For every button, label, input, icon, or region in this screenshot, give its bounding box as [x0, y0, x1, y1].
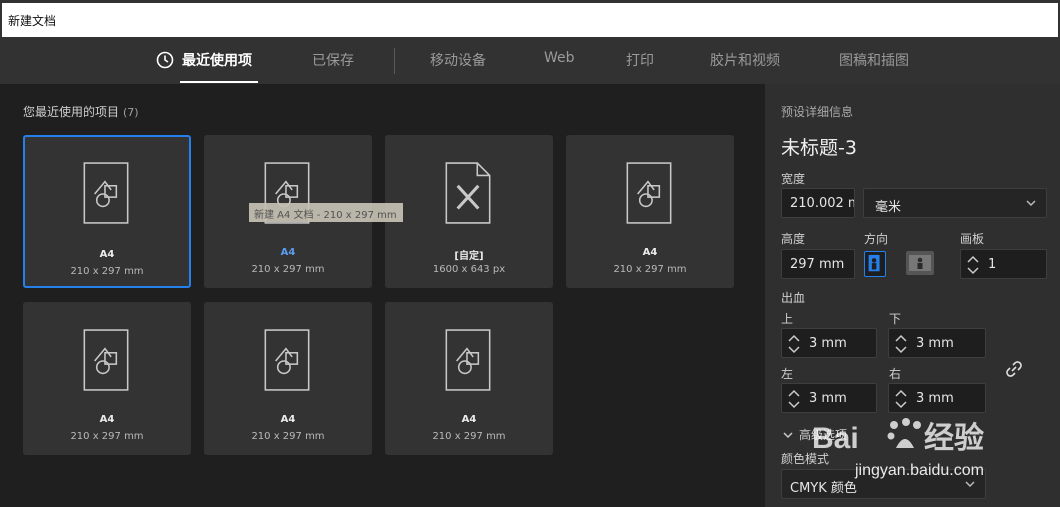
preset-card[interactable]: A4 210 x 297 mm	[204, 302, 372, 455]
preset-card[interactable]: [自定] 1600 x 643 px	[385, 135, 553, 288]
preset-card-size: 210 x 297 mm	[432, 431, 506, 442]
orientation-label: 方向	[864, 232, 889, 246]
recent-items-heading: 您最近使用的项目 (7)	[23, 103, 139, 120]
stepper-arrows-icon	[788, 334, 800, 354]
bleed-right-stepper[interactable]: 3 mm	[888, 383, 986, 413]
preset-card-size: 210 x 297 mm	[251, 431, 325, 442]
preset-card-name: A4	[99, 249, 115, 260]
bleed-top-value: 3 mm	[809, 336, 847, 351]
chevron-down-icon	[965, 481, 975, 488]
document-name-input[interactable]: 未标题-3	[781, 133, 857, 160]
preset-details-panel: 预设详细信息 未标题-3 宽度 210.002 mı 毫米 高度 297 mm …	[765, 84, 1060, 507]
preset-card-size: 210 x 297 mm	[70, 266, 144, 277]
preset-card-name: A4	[642, 247, 658, 258]
bleed-right-value: 3 mm	[916, 391, 954, 406]
bleed-bottom-stepper[interactable]: 3 mm	[888, 328, 986, 358]
width-field[interactable]: 210.002 mı	[781, 188, 855, 218]
preset-card-name: [自定]	[454, 251, 484, 262]
height-value: 297 mm	[790, 257, 845, 272]
stepper-arrows-icon	[788, 389, 800, 409]
tab-film-video[interactable]: 胶片和视频	[710, 50, 780, 70]
bleed-left-value: 3 mm	[809, 391, 847, 406]
landscape-icon	[909, 255, 931, 271]
preset-card[interactable]: A4 210 x 297 mm	[23, 302, 191, 455]
bleed-bottom-value: 3 mm	[916, 336, 954, 351]
titlebar-strip: 新建文档	[2, 3, 1058, 37]
document-shapes-icon	[445, 329, 491, 391]
preset-card-size: 1600 x 643 px	[432, 264, 506, 275]
watermark-url: jingyan.baidu.com	[855, 462, 984, 479]
color-mode-label: 颜色模式	[781, 452, 830, 466]
artboards-stepper[interactable]: 1	[960, 249, 1047, 279]
window-titlebar: 新建文档	[0, 0, 1060, 38]
color-mode-value: CMYK 颜色	[790, 481, 857, 496]
height-field[interactable]: 297 mm	[781, 249, 855, 279]
bleed-left-label: 左	[781, 367, 794, 381]
tab-divider	[394, 48, 395, 74]
document-shapes-icon	[626, 162, 672, 224]
tab-mobile[interactable]: 移动设备	[430, 50, 486, 70]
tab-print[interactable]: 打印	[626, 50, 654, 70]
preset-card-size: 210 x 297 mm	[70, 431, 144, 442]
stepper-arrows-icon	[967, 255, 979, 275]
recent-items-count: (7)	[123, 106, 139, 119]
document-shapes-icon	[264, 329, 310, 391]
width-label: 宽度	[781, 172, 806, 186]
preset-card[interactable]: A4 210 x 297 mm	[23, 135, 191, 288]
landscape-button[interactable]	[906, 251, 934, 275]
link-icon[interactable]	[1005, 360, 1023, 378]
preset-details-heading: 预设详细信息	[781, 105, 854, 119]
preset-card[interactable]: A4 210 x 297 mm	[566, 135, 734, 288]
artboards-value: 1	[988, 257, 997, 272]
tab-saved[interactable]: 已保存	[312, 50, 354, 70]
units-value: 毫米	[875, 200, 902, 215]
bleed-label: 出血	[781, 291, 806, 305]
hover-tooltip: 新建 A4 文档 - 210 x 297 mm	[249, 203, 403, 222]
preset-card-size: 210 x 297 mm	[251, 264, 325, 275]
units-select[interactable]: 毫米	[863, 188, 1047, 218]
width-value: 210.002 mı	[790, 196, 854, 211]
stepper-arrows-icon	[895, 334, 907, 354]
tab-art-illustration[interactable]: 图稿和插图	[839, 50, 909, 70]
bleed-bottom-label: 下	[889, 312, 902, 326]
chevron-down-icon	[1026, 200, 1036, 207]
portrait-button[interactable]	[864, 251, 886, 277]
preset-card[interactable]: A4 210 x 297 mm	[385, 302, 553, 455]
preset-card-name: A4	[99, 414, 115, 425]
document-custom-icon	[445, 162, 491, 224]
document-shapes-icon	[83, 329, 129, 391]
height-label: 高度	[781, 232, 806, 246]
category-tabs: 最近使用项 已保存 移动设备 Web 打印 胶片和视频 图稿和插图	[0, 38, 1060, 84]
artboards-label: 画板	[960, 232, 985, 246]
recent-items-title: 您最近使用的项目	[23, 105, 120, 119]
bleed-right-label: 右	[889, 367, 902, 381]
document-shapes-icon	[83, 162, 129, 224]
preset-card-name: A4	[280, 247, 296, 258]
tab-web[interactable]: Web	[544, 50, 575, 66]
portrait-icon	[868, 254, 880, 272]
chevron-down-icon	[783, 432, 793, 439]
bleed-top-label: 上	[781, 312, 794, 326]
tab-recent[interactable]: 最近使用项	[182, 50, 252, 70]
clock-icon	[156, 51, 174, 69]
advanced-options-toggle[interactable]: 高级选项	[799, 426, 847, 443]
active-tab-indicator	[180, 81, 258, 83]
preset-card-name: A4	[280, 414, 296, 425]
window-title: 新建文档	[8, 14, 57, 28]
bleed-left-stepper[interactable]: 3 mm	[781, 383, 877, 413]
preset-card-name: A4	[461, 414, 477, 425]
bleed-top-stepper[interactable]: 3 mm	[781, 328, 877, 358]
stepper-arrows-icon	[895, 389, 907, 409]
preset-card-size: 210 x 297 mm	[613, 264, 687, 275]
